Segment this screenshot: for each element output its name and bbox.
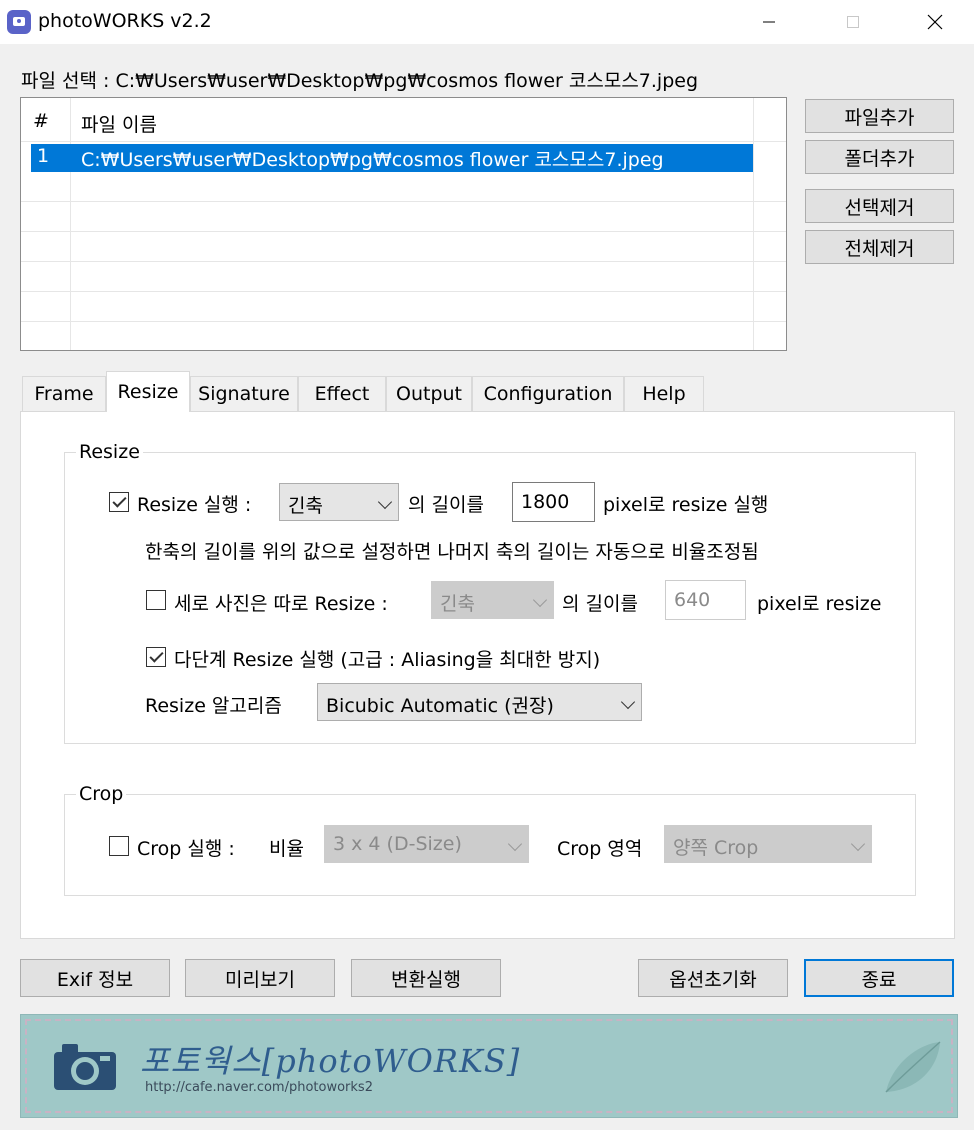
tab-resize[interactable]: Resize bbox=[106, 371, 190, 412]
banner-title: 포토웍스[photoWORKS] bbox=[140, 1042, 521, 1080]
exit-button[interactable]: 종료 bbox=[804, 959, 954, 997]
add-folder-button[interactable]: 폴더추가 bbox=[805, 140, 954, 174]
tab-effect[interactable]: Effect bbox=[298, 376, 386, 411]
file-list[interactable]: # 파일 이름 1 C:₩Users₩user₩Desktop₩pg₩cosmo… bbox=[20, 97, 787, 351]
run-crop-label[interactable]: Crop 실행 : bbox=[137, 834, 235, 861]
portrait-pixel-label: pixel로 resize bbox=[757, 593, 882, 615]
run-resize-label[interactable]: Resize 실행 : bbox=[137, 490, 251, 517]
file-list-empty-row bbox=[21, 202, 786, 232]
column-header-number[interactable]: # bbox=[33, 110, 49, 132]
remove-all-button[interactable]: 전체제거 bbox=[805, 230, 954, 264]
close-button[interactable] bbox=[912, 0, 958, 44]
crop-area-label: Crop 영역 bbox=[557, 838, 643, 860]
preview-button[interactable]: 미리보기 bbox=[185, 959, 335, 997]
run-crop-checkbox[interactable] bbox=[109, 836, 129, 856]
tab-configuration[interactable]: Configuration bbox=[472, 376, 624, 411]
crop-ratio-select[interactable]: 3 x 4 (D-Size) bbox=[324, 825, 529, 863]
close-icon bbox=[927, 14, 943, 30]
window-title: photoWORKS v2.2 bbox=[38, 10, 212, 32]
camera-icon bbox=[54, 1044, 116, 1090]
leaf-icon bbox=[885, 1041, 941, 1093]
file-list-row-selected[interactable]: 1 C:₩Users₩user₩Desktop₩pg₩cosmos flower… bbox=[31, 144, 753, 172]
crop-ratio-value: 3 x 4 (D-Size) bbox=[333, 833, 462, 855]
file-list-empty-row bbox=[21, 322, 786, 350]
maximize-button[interactable] bbox=[830, 0, 876, 44]
minimize-button[interactable] bbox=[746, 0, 792, 44]
file-list-empty-row bbox=[21, 232, 786, 262]
portrait-resize-checkbox[interactable] bbox=[146, 590, 166, 610]
file-list-empty-row bbox=[21, 292, 786, 322]
tab-help[interactable]: Help bbox=[624, 376, 704, 411]
file-row-name: C:₩Users₩user₩Desktop₩pg₩cosmos flower 코… bbox=[81, 149, 664, 171]
resize-length-value: 1800 bbox=[521, 491, 570, 513]
crop-area-value: 양쪽 Crop bbox=[673, 837, 759, 859]
portrait-resize-label[interactable]: 세로 사진은 따로 Resize : bbox=[174, 589, 388, 616]
file-list-header: # 파일 이름 bbox=[21, 98, 786, 142]
file-list-empty-row bbox=[21, 172, 786, 202]
column-header-filename[interactable]: 파일 이름 bbox=[81, 110, 157, 137]
file-select-path-label: 파일 선택 : C:₩Users₩user₩Desktop₩pg₩cosmos … bbox=[21, 70, 699, 92]
resize-axis-value: 긴축 bbox=[288, 495, 323, 517]
minimize-icon bbox=[763, 21, 775, 23]
portrait-length-label: 의 길이를 bbox=[562, 593, 638, 615]
file-row-number: 1 bbox=[37, 145, 50, 167]
tab-frame[interactable]: Frame bbox=[22, 376, 106, 411]
algorithm-value: Bicubic Automatic (권장) bbox=[326, 695, 554, 717]
algorithm-select[interactable]: Bicubic Automatic (권장) bbox=[317, 683, 642, 721]
chevron-down-icon bbox=[377, 494, 393, 510]
file-list-empty-row bbox=[21, 262, 786, 292]
chevron-down-icon bbox=[507, 836, 523, 852]
resize-info-text: 한축의 길이를 위의 값으로 설정하면 나머지 축의 길이는 자동으로 비율조정… bbox=[145, 541, 759, 563]
add-file-button[interactable]: 파일추가 bbox=[805, 99, 954, 133]
run-resize-checkbox[interactable] bbox=[109, 492, 129, 512]
chevron-down-icon bbox=[620, 694, 636, 710]
exif-info-button[interactable]: Exif 정보 bbox=[20, 959, 170, 997]
portrait-axis-value: 긴축 bbox=[440, 593, 475, 615]
tab-signature[interactable]: Signature bbox=[190, 376, 298, 411]
chevron-down-icon bbox=[850, 836, 866, 852]
multistep-resize-label[interactable]: 다단계 Resize 실행 (고급 : Aliasing을 최대한 방지) bbox=[174, 645, 600, 672]
banner-url[interactable]: http://cafe.naver.com/photoworks2 bbox=[145, 1080, 373, 1095]
crop-ratio-label: 비율 bbox=[269, 838, 304, 860]
chevron-down-icon bbox=[532, 592, 548, 608]
portrait-length-input[interactable]: 640 bbox=[665, 580, 746, 620]
tab-output[interactable]: Output bbox=[386, 376, 472, 411]
maximize-icon bbox=[847, 16, 859, 28]
resize-group-legend: Resize bbox=[76, 441, 143, 463]
crop-group-legend: Crop bbox=[76, 783, 127, 805]
multistep-resize-checkbox[interactable] bbox=[146, 647, 166, 667]
length-label: 의 길이를 bbox=[408, 494, 484, 516]
resize-length-input[interactable]: 1800 bbox=[512, 482, 595, 522]
algorithm-label: Resize 알고리즘 bbox=[145, 695, 282, 717]
resize-axis-select[interactable]: 긴축 bbox=[279, 483, 399, 521]
portrait-axis-select[interactable]: 긴축 bbox=[431, 581, 554, 619]
portrait-length-value: 640 bbox=[674, 589, 711, 611]
crop-area-select[interactable]: 양쪽 Crop bbox=[664, 825, 872, 863]
reset-options-button[interactable]: 옵션초기화 bbox=[638, 959, 788, 997]
pixel-resize-label: pixel로 resize 실행 bbox=[603, 494, 769, 516]
remove-selected-button[interactable]: 선택제거 bbox=[805, 189, 954, 223]
app-camera-icon bbox=[7, 10, 31, 34]
convert-button[interactable]: 변환실행 bbox=[351, 959, 501, 997]
